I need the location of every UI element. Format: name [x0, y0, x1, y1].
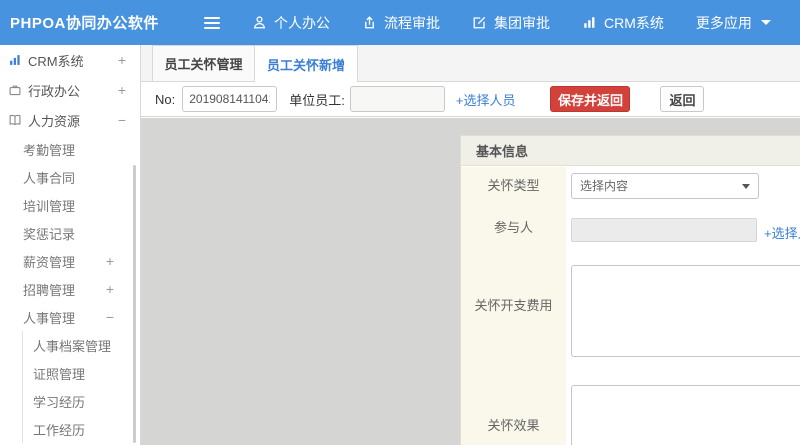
caret-down-icon	[742, 184, 750, 189]
sidebar-item-label: 人事合同	[23, 170, 76, 186]
hamburger-menu-icon[interactable]	[198, 11, 226, 35]
expand-icon[interactable]: +	[106, 253, 114, 269]
sidebar-item-label: 招聘管理	[23, 282, 76, 298]
nav-crm-system[interactable]: CRM系统	[582, 13, 664, 33]
sidebar-item-hr-contract[interactable]: 人事合同	[0, 163, 140, 191]
app-title: PHPOA协同办公软件	[10, 15, 159, 32]
sidebar-item-crm[interactable]: CRM系统 +	[0, 45, 140, 75]
no-input[interactable]	[182, 86, 278, 112]
top-bar: PHPOA协同办公软件 个人办公 流程审批 集团审批 CRM系统 更多应用	[0, 0, 800, 45]
tab-employee-care-management[interactable]: 员工关怀管理	[152, 45, 255, 82]
workflow-icon	[362, 15, 377, 30]
care-effect-label: 关怀效果	[487, 418, 540, 433]
form-toolbar: No: 单位员工: +选择人员 保存并返回 返回	[141, 82, 800, 117]
select-person-link[interactable]: +选择人员	[456, 90, 516, 109]
sidebar-item-label: 学习经历	[33, 394, 86, 410]
sidebar-item-label: 人事档案管理	[33, 338, 112, 354]
sidebar-item-training[interactable]: 培训管理	[0, 191, 140, 219]
tab-bar: 员工关怀管理 员工关怀新增	[141, 45, 800, 82]
collapse-icon[interactable]: −	[106, 309, 114, 325]
unit-employee-input[interactable]	[349, 86, 445, 112]
sidebar-item-label: CRM系统	[28, 53, 84, 69]
user-icon	[252, 15, 267, 30]
form-body: 关怀类型 选择内容 参与人 +选择人员 关怀开支费用 关怀效果	[461, 167, 800, 445]
basic-info-panel: 基本信息 关怀类型 选择内容 参与人 +选择人员 关怀开支费用 关怀效果	[460, 135, 800, 445]
participants-label: 参与人	[493, 220, 533, 235]
sidebar-item-salary[interactable]: 薪资管理 +	[0, 247, 140, 275]
sidebar: CRM系统 + 行政办公 + 人力资源 − 考勤管理 人事合同 培训管理 奖惩记…	[0, 45, 141, 445]
top-nav: 个人办公 流程审批 集团审批 CRM系统 更多应用	[252, 13, 771, 33]
sidebar-item-attendance[interactable]: 考勤管理	[0, 135, 140, 163]
caret-down-icon	[760, 20, 771, 25]
nav-label: 流程审批	[384, 14, 440, 31]
care-type-select[interactable]: 选择内容	[571, 173, 759, 199]
no-label: No:	[155, 91, 176, 107]
bar-chart-icon	[582, 15, 597, 30]
sidebar-item-label: 培训管理	[23, 198, 76, 214]
sidebar-item-label: 工作经历	[33, 422, 86, 438]
sidebar-subgroup-personnel: 人事档案管理 证照管理 学习经历 工作经历	[22, 331, 140, 443]
sidebar-item-label: 薪资管理	[23, 254, 76, 270]
sidebar-scrollbar[interactable]	[133, 165, 136, 443]
nav-label: CRM系统	[604, 14, 664, 31]
expand-icon[interactable]: +	[118, 82, 126, 98]
sidebar-item-label: 人力资源	[28, 113, 81, 129]
sidebar-item-work-history[interactable]: 工作经历	[23, 415, 140, 443]
sidebar-item-rewards[interactable]: 奖惩记录	[0, 219, 140, 247]
expand-icon[interactable]: +	[106, 281, 114, 297]
expand-icon[interactable]: +	[118, 52, 126, 68]
sidebar-item-label: 人事管理	[23, 310, 76, 326]
select-participants-link[interactable]: +选择人员	[764, 223, 800, 242]
select-value: 选择内容	[580, 179, 629, 193]
sidebar-item-recruitment[interactable]: 招聘管理 +	[0, 275, 140, 303]
save-and-return-button[interactable]: 保存并返回	[550, 86, 631, 112]
sidebar-item-label: 考勤管理	[23, 142, 76, 158]
edit-icon	[472, 15, 487, 30]
sidebar-item-education-history[interactable]: 学习经历	[23, 387, 140, 415]
bar-chart-icon	[8, 53, 22, 67]
nav-label: 集团审批	[494, 14, 550, 31]
briefcase-icon	[8, 83, 22, 97]
collapse-icon[interactable]: −	[118, 112, 126, 128]
book-icon	[8, 113, 22, 127]
care-expense-textarea[interactable]	[571, 265, 800, 357]
nav-label: 个人办公	[274, 14, 330, 31]
unit-employee-label: 单位员工:	[289, 92, 345, 108]
sidebar-item-admin-office[interactable]: 行政办公 +	[0, 75, 140, 105]
care-type-label: 关怀类型	[487, 178, 540, 193]
participants-input[interactable]	[571, 218, 757, 242]
nav-label: 更多应用	[695, 14, 752, 31]
nav-more-apps[interactable]: 更多应用	[696, 13, 771, 33]
section-title: 基本信息	[461, 136, 800, 166]
sidebar-item-label: 行政办公	[28, 83, 81, 99]
content-area: 基本信息 关怀类型 选择内容 参与人 +选择人员 关怀开支费用 关怀效果	[141, 118, 800, 445]
sidebar-item-personnel[interactable]: 人事管理 −	[0, 303, 140, 331]
sidebar-item-hr[interactable]: 人力资源 −	[0, 105, 140, 135]
nav-workflow-approval[interactable]: 流程审批	[362, 13, 440, 33]
care-expense-label: 关怀开支费用	[474, 298, 553, 313]
back-button[interactable]: 返回	[660, 86, 705, 112]
sidebar-item-certificates[interactable]: 证照管理	[23, 359, 140, 387]
sidebar-item-personnel-files[interactable]: 人事档案管理	[23, 331, 140, 359]
care-effect-textarea[interactable]	[571, 385, 800, 445]
nav-group-approval[interactable]: 集团审批	[472, 13, 550, 33]
nav-personal-office[interactable]: 个人办公	[252, 13, 330, 33]
sidebar-item-label: 奖惩记录	[23, 226, 76, 242]
sidebar-item-label: 证照管理	[33, 366, 86, 382]
tab-employee-care-new[interactable]: 员工关怀新增	[255, 45, 358, 82]
